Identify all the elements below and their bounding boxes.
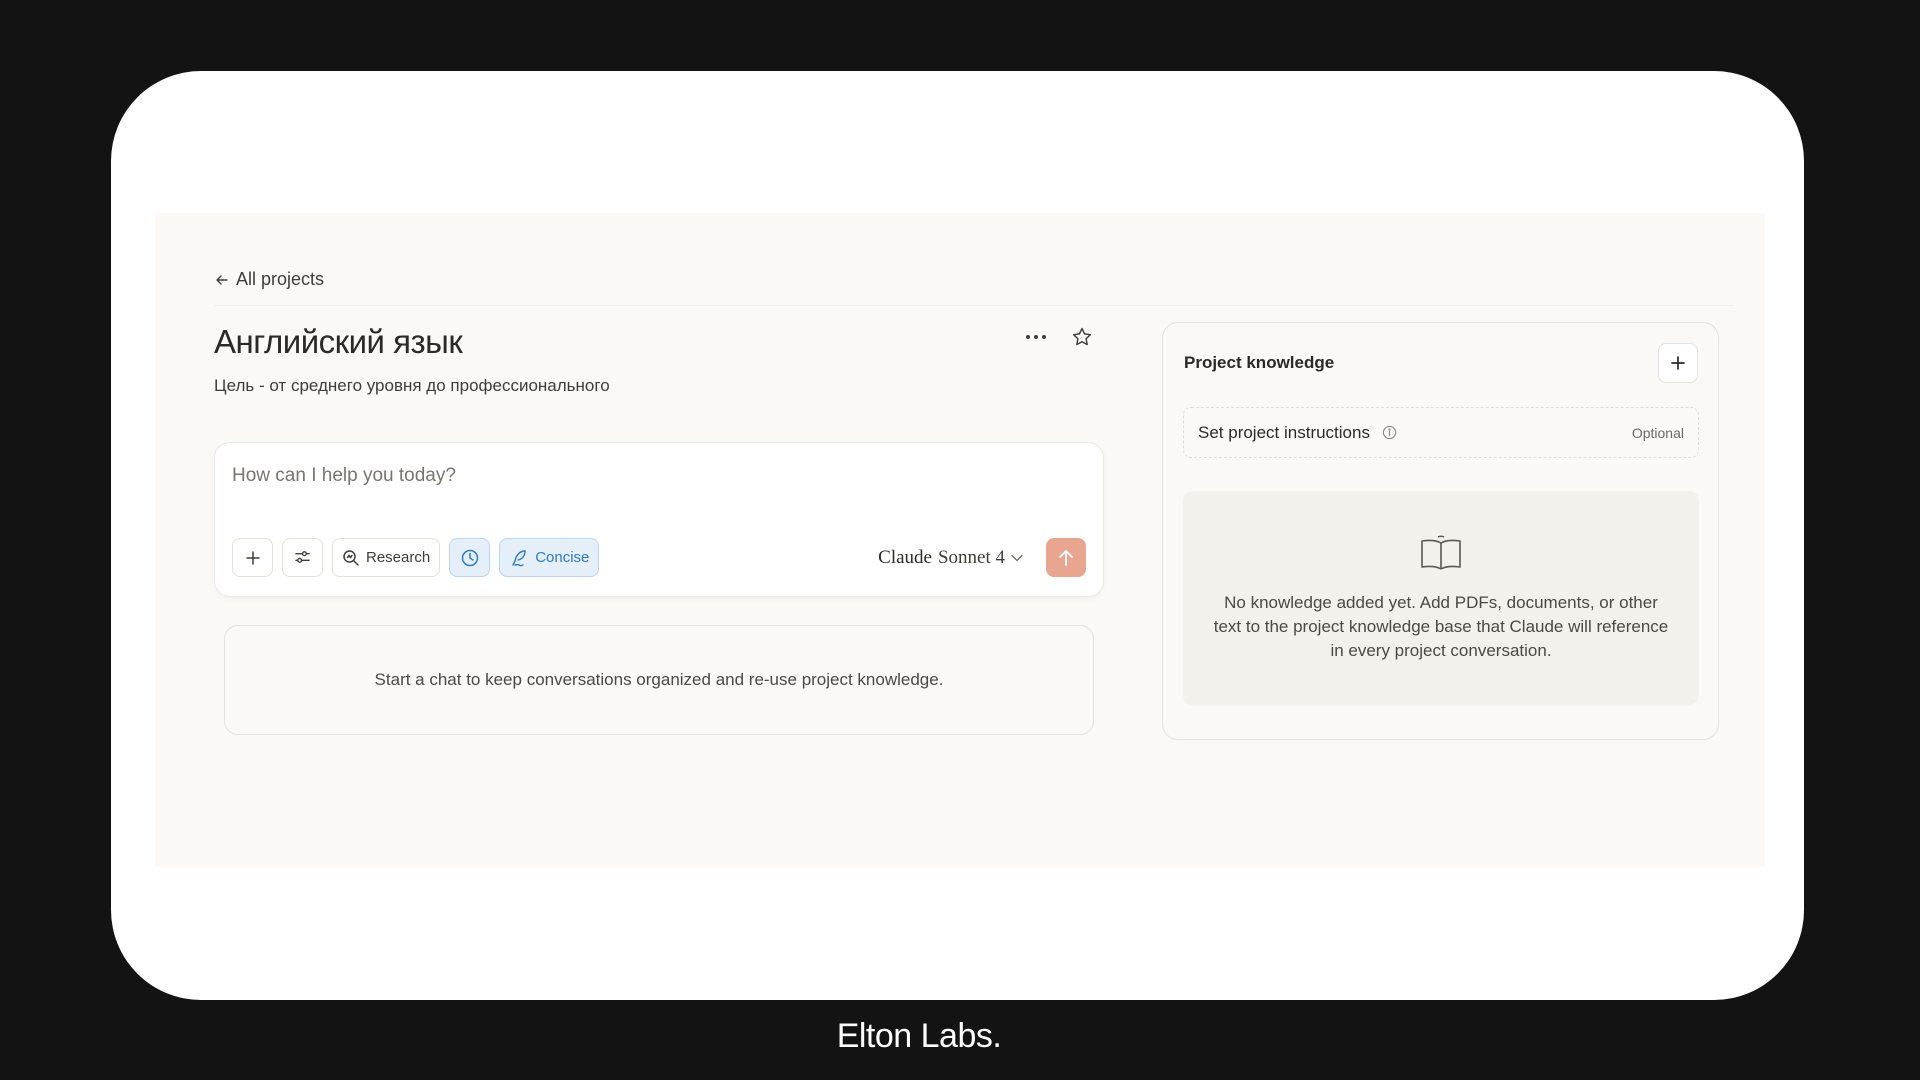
instructions-label: Set project instructions (1198, 422, 1370, 442)
add-knowledge-button[interactable] (1658, 343, 1698, 383)
favorite-button[interactable] (1069, 324, 1095, 350)
knowledge-empty-state: No knowledge added yet. Add PDFs, docume… (1183, 491, 1699, 705)
concise-label: Concise (535, 549, 590, 566)
info-icon[interactable] (1382, 425, 1397, 440)
feather-pen-icon (512, 549, 526, 566)
search-icon (343, 549, 359, 566)
research-label: Research (366, 549, 431, 566)
knowledge-title: Project knowledge (1184, 353, 1335, 372)
research-button[interactable]: Research (332, 538, 441, 577)
book-icon (1421, 535, 1461, 570)
chat-composer: Research Concise Claude Sonnet 4 (214, 442, 1104, 597)
plus-icon (245, 550, 260, 565)
project-knowledge-panel: Project knowledge Set project instructio… (1162, 322, 1719, 740)
model-name: Sonnet 4 (937, 547, 1005, 568)
back-to-projects-link[interactable]: All projects (214, 269, 324, 290)
style-concise-button[interactable]: Concise (499, 538, 600, 577)
add-attachment-button[interactable] (232, 538, 273, 577)
more-options-button[interactable] (1023, 324, 1049, 350)
sliders-icon (295, 551, 310, 563)
ellipsis-icon (1026, 335, 1046, 339)
chats-empty-message: Start a chat to keep conversations organ… (374, 670, 944, 689)
clock-icon (461, 549, 478, 566)
brand-watermark: Elton Labs. (836, 1017, 1002, 1055)
header-divider (214, 305, 1734, 306)
composer-toolbar: Research Concise (232, 538, 600, 577)
star-icon (1072, 327, 1092, 346)
project-title: Английский язык (214, 323, 463, 360)
arrow-up-icon (1059, 549, 1073, 566)
model-selector[interactable]: Claude Sonnet 4 (878, 547, 1023, 569)
extended-thinking-button[interactable] (449, 538, 491, 577)
model-brand: Claude (878, 547, 932, 568)
knowledge-empty-message: No knowledge added yet. Add PDFs, docume… (1213, 593, 1669, 660)
send-button[interactable] (1046, 538, 1086, 577)
tools-settings-button[interactable] (282, 538, 323, 577)
chevron-down-icon (1011, 554, 1023, 562)
project-actions (1023, 324, 1095, 350)
arrow-left-icon (216, 274, 228, 285)
project-page: All projects Английский язык Цель - от с… (155, 213, 1765, 867)
back-link-label: All projects (236, 269, 325, 289)
chat-input[interactable] (232, 461, 1032, 491)
set-project-instructions-button[interactable]: Set project instructions Optional (1183, 407, 1699, 458)
plus-icon (1671, 356, 1685, 370)
project-description: Цель - от среднего уровня до профессиона… (214, 376, 610, 395)
optional-label: Optional (1631, 424, 1684, 441)
chats-empty-state: Start a chat to keep conversations organ… (224, 625, 1094, 735)
